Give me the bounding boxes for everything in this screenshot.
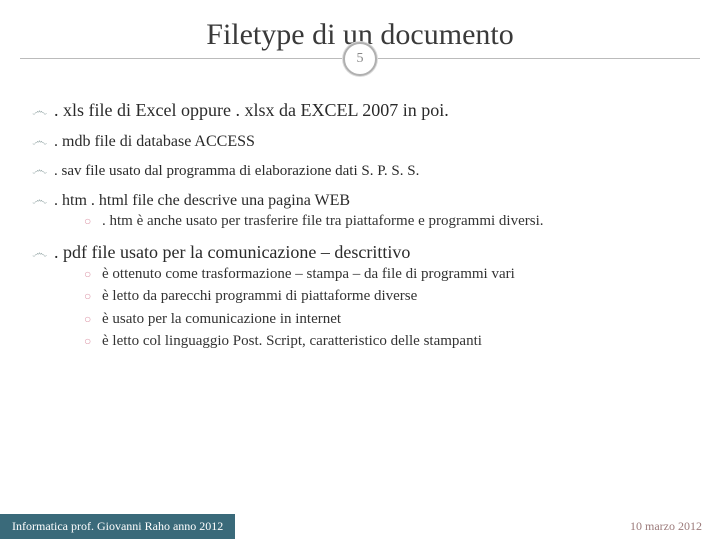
content: ෴ . xls file di Excel oppure . xlsx da E… xyxy=(0,76,720,351)
circle-icon: ○ xyxy=(84,333,102,349)
list-item: ෴ . htm . html file che descrive una pag… xyxy=(32,190,696,232)
bullet-icon: ෴ xyxy=(32,101,54,123)
list-item: ෴ . pdf file usato per la comunicazione … xyxy=(32,240,696,352)
list-item: ෴ . sav file usato dal programma di elab… xyxy=(32,160,696,182)
footer: Informatica prof. Giovanni Raho anno 201… xyxy=(0,512,720,540)
sub-item: ○ è letto col linguaggio Post. Script, c… xyxy=(84,331,696,351)
item-text: . xls file di Excel oppure . xlsx da EXC… xyxy=(54,98,696,122)
page-number-wrap: 5 xyxy=(0,42,720,76)
item-text: . pdf file usato per la comunicazione – … xyxy=(54,240,696,264)
sub-item: ○ . htm è anche usato per trasferire fil… xyxy=(84,211,696,231)
item-text: . mdb file di database ACCESS xyxy=(54,131,696,153)
item-text: . sav file usato dal programma di elabor… xyxy=(54,161,696,181)
footer-left: Informatica prof. Giovanni Raho anno 201… xyxy=(0,514,235,539)
bullet-icon: ෴ xyxy=(32,131,54,153)
bullet-icon: ෴ xyxy=(32,160,54,182)
circle-icon: ○ xyxy=(84,266,102,282)
list-item: ෴ . mdb file di database ACCESS xyxy=(32,131,696,153)
list-item: ෴ . xls file di Excel oppure . xlsx da E… xyxy=(32,98,696,123)
circle-icon: ○ xyxy=(84,311,102,327)
sub-item: ○ è letto da parecchi programmi di piatt… xyxy=(84,286,696,306)
bullet-icon: ෴ xyxy=(32,190,54,212)
slide: Filetype di un documento 5 ෴ . xls file … xyxy=(0,0,720,540)
sublist: ○ . htm è anche usato per trasferire fil… xyxy=(32,211,696,231)
item-text: . htm . html file che descrive una pagin… xyxy=(54,190,696,212)
sub-item: ○ è usato per la comunicazione in intern… xyxy=(84,309,696,329)
footer-right: 10 marzo 2012 xyxy=(630,519,720,534)
circle-icon: ○ xyxy=(84,213,102,229)
sub-item: ○ è ottenuto come trasformazione – stamp… xyxy=(84,264,696,284)
sublist: ○ è ottenuto come trasformazione – stamp… xyxy=(32,264,696,351)
bullet-icon: ෴ xyxy=(32,243,54,265)
circle-icon: ○ xyxy=(84,288,102,304)
page-number: 5 xyxy=(343,42,377,76)
